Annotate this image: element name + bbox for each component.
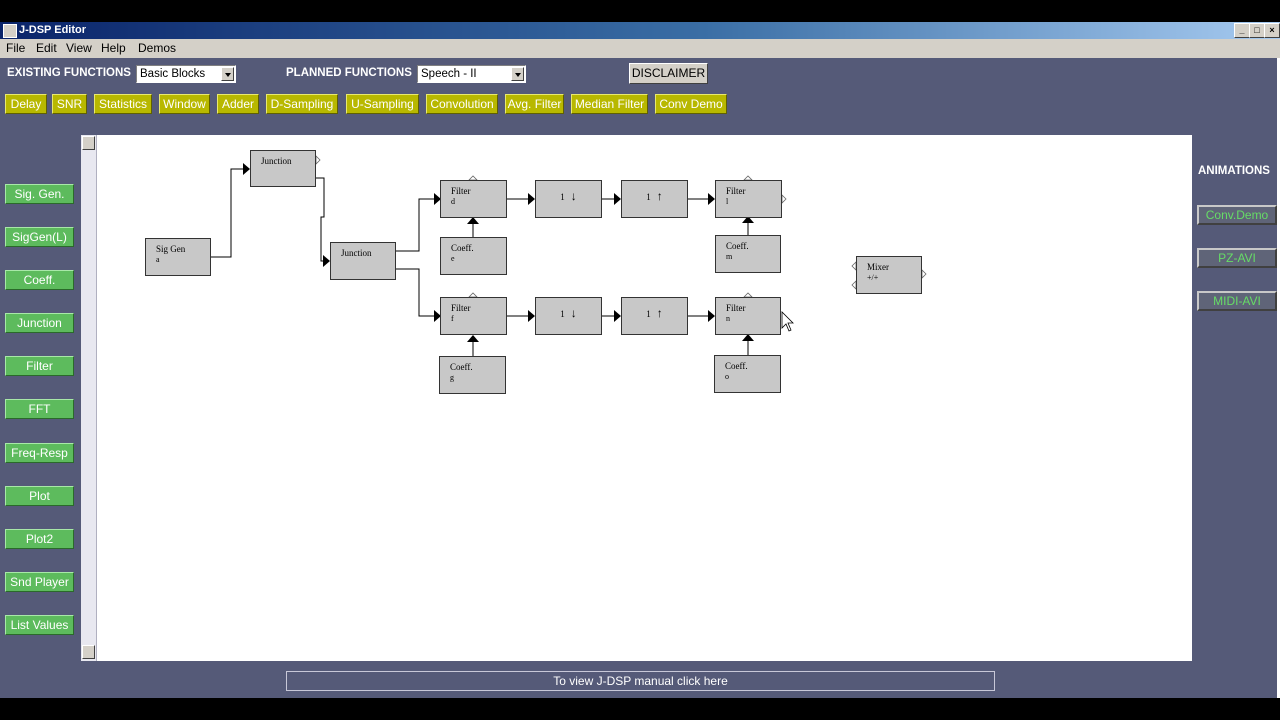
block-id: n <box>726 314 730 323</box>
block-name: Junction <box>341 248 372 258</box>
block-coeff-m[interactable]: Coeff. m <box>715 235 781 273</box>
block-coeff-g[interactable]: Coeff. g <box>439 356 506 394</box>
down-arrow-icon: ↓ <box>570 189 577 203</box>
block-name: Coeff. <box>450 362 473 372</box>
block-coeff-o[interactable]: Coeff. o <box>714 355 781 393</box>
block-name: Filter <box>726 186 746 196</box>
block-id: d <box>451 197 455 206</box>
block-name: Coeff. <box>725 361 748 371</box>
upsample-factor: 1 <box>646 192 651 202</box>
block-filter-f[interactable]: Filter f <box>440 297 507 335</box>
up-arrow-icon: ↑ <box>656 189 663 203</box>
wire-layer <box>211 155 927 356</box>
block-junction-2[interactable]: Junction <box>330 242 396 280</box>
downsample-factor: 1 <box>560 192 565 202</box>
mouse-cursor-icon <box>781 311 794 332</box>
downsample-label: 1 ↓ <box>536 189 601 204</box>
block-name: Junction <box>261 156 292 166</box>
block-coeff-e[interactable]: Coeff. e <box>440 237 507 275</box>
downsample-factor: 1 <box>560 309 565 319</box>
block-filter-n[interactable]: Filter n <box>715 297 781 335</box>
block-id: a <box>156 255 160 264</box>
block-sig-gen[interactable]: Sig Gen a <box>145 238 211 276</box>
block-mixer[interactable]: Mixer +/+ <box>856 256 922 294</box>
block-id: e <box>451 254 455 263</box>
block-id: +/+ <box>867 273 879 282</box>
block-name: Coeff. <box>726 241 749 251</box>
up-arrow-icon: ↑ <box>656 306 663 320</box>
block-id: g <box>450 373 454 382</box>
block-upsample-2[interactable]: 1 ↑ <box>621 297 688 335</box>
block-filter-l[interactable]: Filter l <box>715 180 782 218</box>
block-id: f <box>451 314 454 323</box>
block-upsample-1[interactable]: 1 ↑ <box>621 180 688 218</box>
upsample-label: 1 ↑ <box>622 306 687 321</box>
block-name: Filter <box>451 186 471 196</box>
block-name: Sig Gen <box>156 244 186 254</box>
block-downsample-1[interactable]: 1 ↓ <box>535 180 602 218</box>
down-arrow-icon: ↓ <box>570 306 577 320</box>
manual-link-button[interactable]: To view J-DSP manual click here <box>286 671 995 691</box>
upsample-label: 1 ↑ <box>622 189 687 204</box>
upsample-factor: 1 <box>646 309 651 319</box>
block-id: l <box>726 197 729 206</box>
block-name: Coeff. <box>451 243 474 253</box>
block-junction-1[interactable]: Junction <box>250 150 316 187</box>
block-downsample-2[interactable]: 1 ↓ <box>535 297 602 335</box>
block-name: Filter <box>726 303 746 313</box>
block-id: o <box>725 372 729 381</box>
block-filter-d[interactable]: Filter d <box>440 180 507 218</box>
downsample-label: 1 ↓ <box>536 306 601 321</box>
block-name: Filter <box>451 303 471 313</box>
block-id: m <box>726 252 733 261</box>
block-name: Mixer <box>867 262 889 272</box>
